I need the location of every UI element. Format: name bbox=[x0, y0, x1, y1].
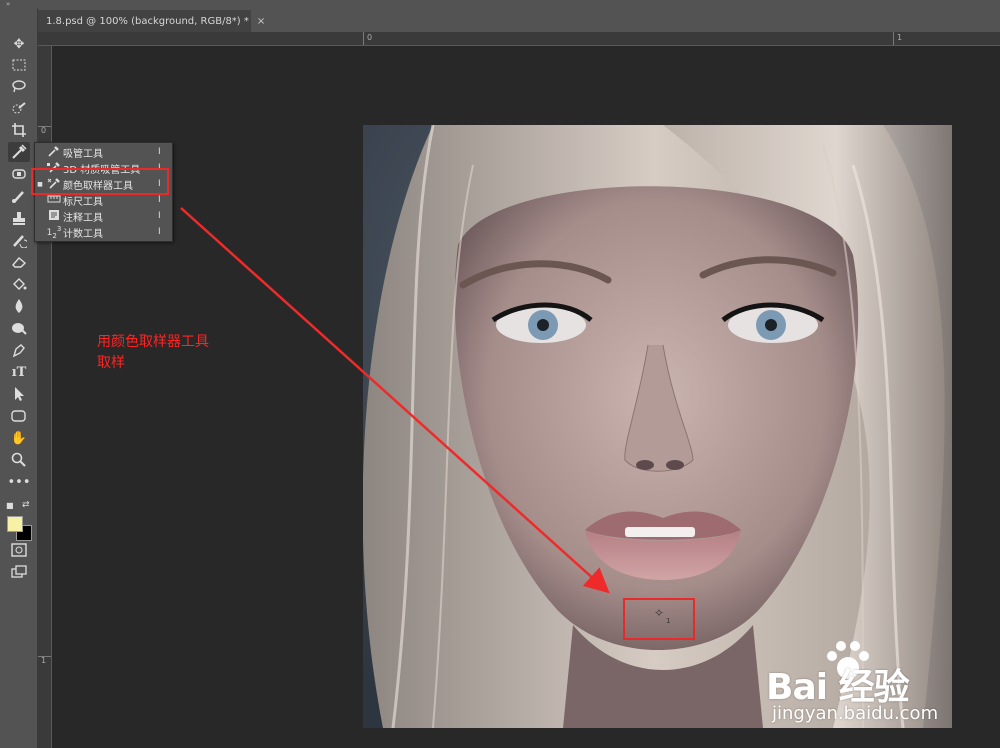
marquee-tool-icon[interactable] bbox=[8, 55, 30, 75]
flyout-item-shortcut: I bbox=[158, 147, 161, 157]
swap-colors-icon[interactable]: ⇄ bbox=[22, 500, 30, 510]
clone-stamp-tool-icon[interactable] bbox=[8, 208, 30, 228]
default-colors-icon[interactable]: ■ bbox=[6, 501, 14, 510]
screen-mode-icon[interactable] bbox=[8, 562, 30, 582]
count-icon: 123 bbox=[46, 224, 62, 240]
flyout-item-label: 注释工具 bbox=[63, 212, 103, 224]
eyedropper-icon bbox=[45, 145, 63, 160]
move-tool-icon[interactable]: ✥ bbox=[8, 34, 30, 54]
watermark-url: jingyan.baidu.com bbox=[772, 703, 939, 724]
paint-bucket-tool-icon[interactable] bbox=[8, 274, 30, 294]
lasso-tool-icon[interactable] bbox=[8, 76, 30, 96]
document-tab-bar: 1.8.psd @ 100% (background, RGB/8*) * × bbox=[38, 8, 1000, 32]
annotation-line-2: 取样 bbox=[97, 355, 125, 371]
flyout-item-note[interactable]: 注释工具 I bbox=[35, 208, 172, 224]
more-tools-icon[interactable]: ••• bbox=[8, 472, 31, 492]
collapse-panels-icon[interactable]: » bbox=[6, 0, 10, 8]
flyout-item-shortcut: I bbox=[158, 227, 161, 237]
quick-selection-tool-icon[interactable] bbox=[8, 98, 30, 118]
eraser-tool-icon[interactable] bbox=[8, 252, 30, 272]
flyout-item-count[interactable]: 123 计数工具 I bbox=[35, 224, 172, 240]
eyedropper-tool-icon[interactable] bbox=[8, 142, 30, 162]
quick-mask-icon[interactable] bbox=[8, 540, 30, 560]
note-icon bbox=[45, 209, 63, 224]
horizontal-ruler[interactable]: 0 1 bbox=[38, 32, 1000, 46]
history-brush-tool-icon[interactable] bbox=[8, 230, 30, 250]
annotation-line-1: 用颜色取样器工具 bbox=[97, 334, 209, 350]
pen-tool-icon[interactable] bbox=[8, 340, 30, 360]
flyout-item-label: 计数工具 bbox=[63, 228, 103, 240]
highlight-box-color-sampler bbox=[31, 168, 169, 195]
rectangle-tool-icon[interactable] bbox=[8, 406, 30, 426]
ruler-label: 0 bbox=[41, 126, 47, 135]
brush-tool-icon[interactable] bbox=[8, 186, 30, 206]
path-selection-tool-icon[interactable] bbox=[8, 384, 30, 404]
type-tool-icon[interactable]: ıT bbox=[8, 362, 30, 382]
zoom-tool-icon[interactable] bbox=[8, 450, 30, 470]
flyout-item-shortcut: I bbox=[158, 211, 161, 221]
ruler-label: 1 bbox=[897, 33, 903, 42]
crop-tool-icon[interactable] bbox=[8, 120, 30, 140]
flyout-item-shortcut: I bbox=[158, 195, 161, 205]
ruler-label: 0 bbox=[367, 33, 373, 42]
top-strip: » bbox=[0, 0, 1000, 8]
instruction-annotation: 用颜色取样器工具 取样 bbox=[97, 332, 209, 374]
spot-healing-tool-icon[interactable] bbox=[8, 164, 30, 184]
document-tab-title: 1.8.psd @ 100% (background, RGB/8*) * bbox=[46, 15, 249, 27]
tools-panel: ✥ ıT ✋ ••• ■ ⇄ bbox=[0, 8, 38, 748]
document-tab[interactable]: 1.8.psd @ 100% (background, RGB/8*) * × bbox=[38, 10, 265, 32]
ruler-label: 1 bbox=[41, 656, 47, 665]
flyout-item-label: 吸管工具 bbox=[63, 148, 103, 160]
blur-tool-icon[interactable] bbox=[8, 296, 30, 316]
hand-tool-icon[interactable]: ✋ bbox=[8, 428, 30, 448]
dodge-tool-icon[interactable] bbox=[8, 318, 30, 338]
flyout-item-eyedropper[interactable]: 吸管工具 I bbox=[35, 144, 172, 160]
close-tab-icon[interactable]: × bbox=[257, 16, 265, 27]
color-sampler-crosshair-icon[interactable]: ✧ bbox=[654, 606, 664, 620]
sampler-index: 1 bbox=[666, 617, 671, 625]
ruler-icon bbox=[45, 194, 63, 207]
baidu-jingyan-watermark: Bai 经验 jingyan.baidu.com bbox=[766, 640, 996, 735]
foreground-color-swatch[interactable] bbox=[7, 516, 23, 532]
